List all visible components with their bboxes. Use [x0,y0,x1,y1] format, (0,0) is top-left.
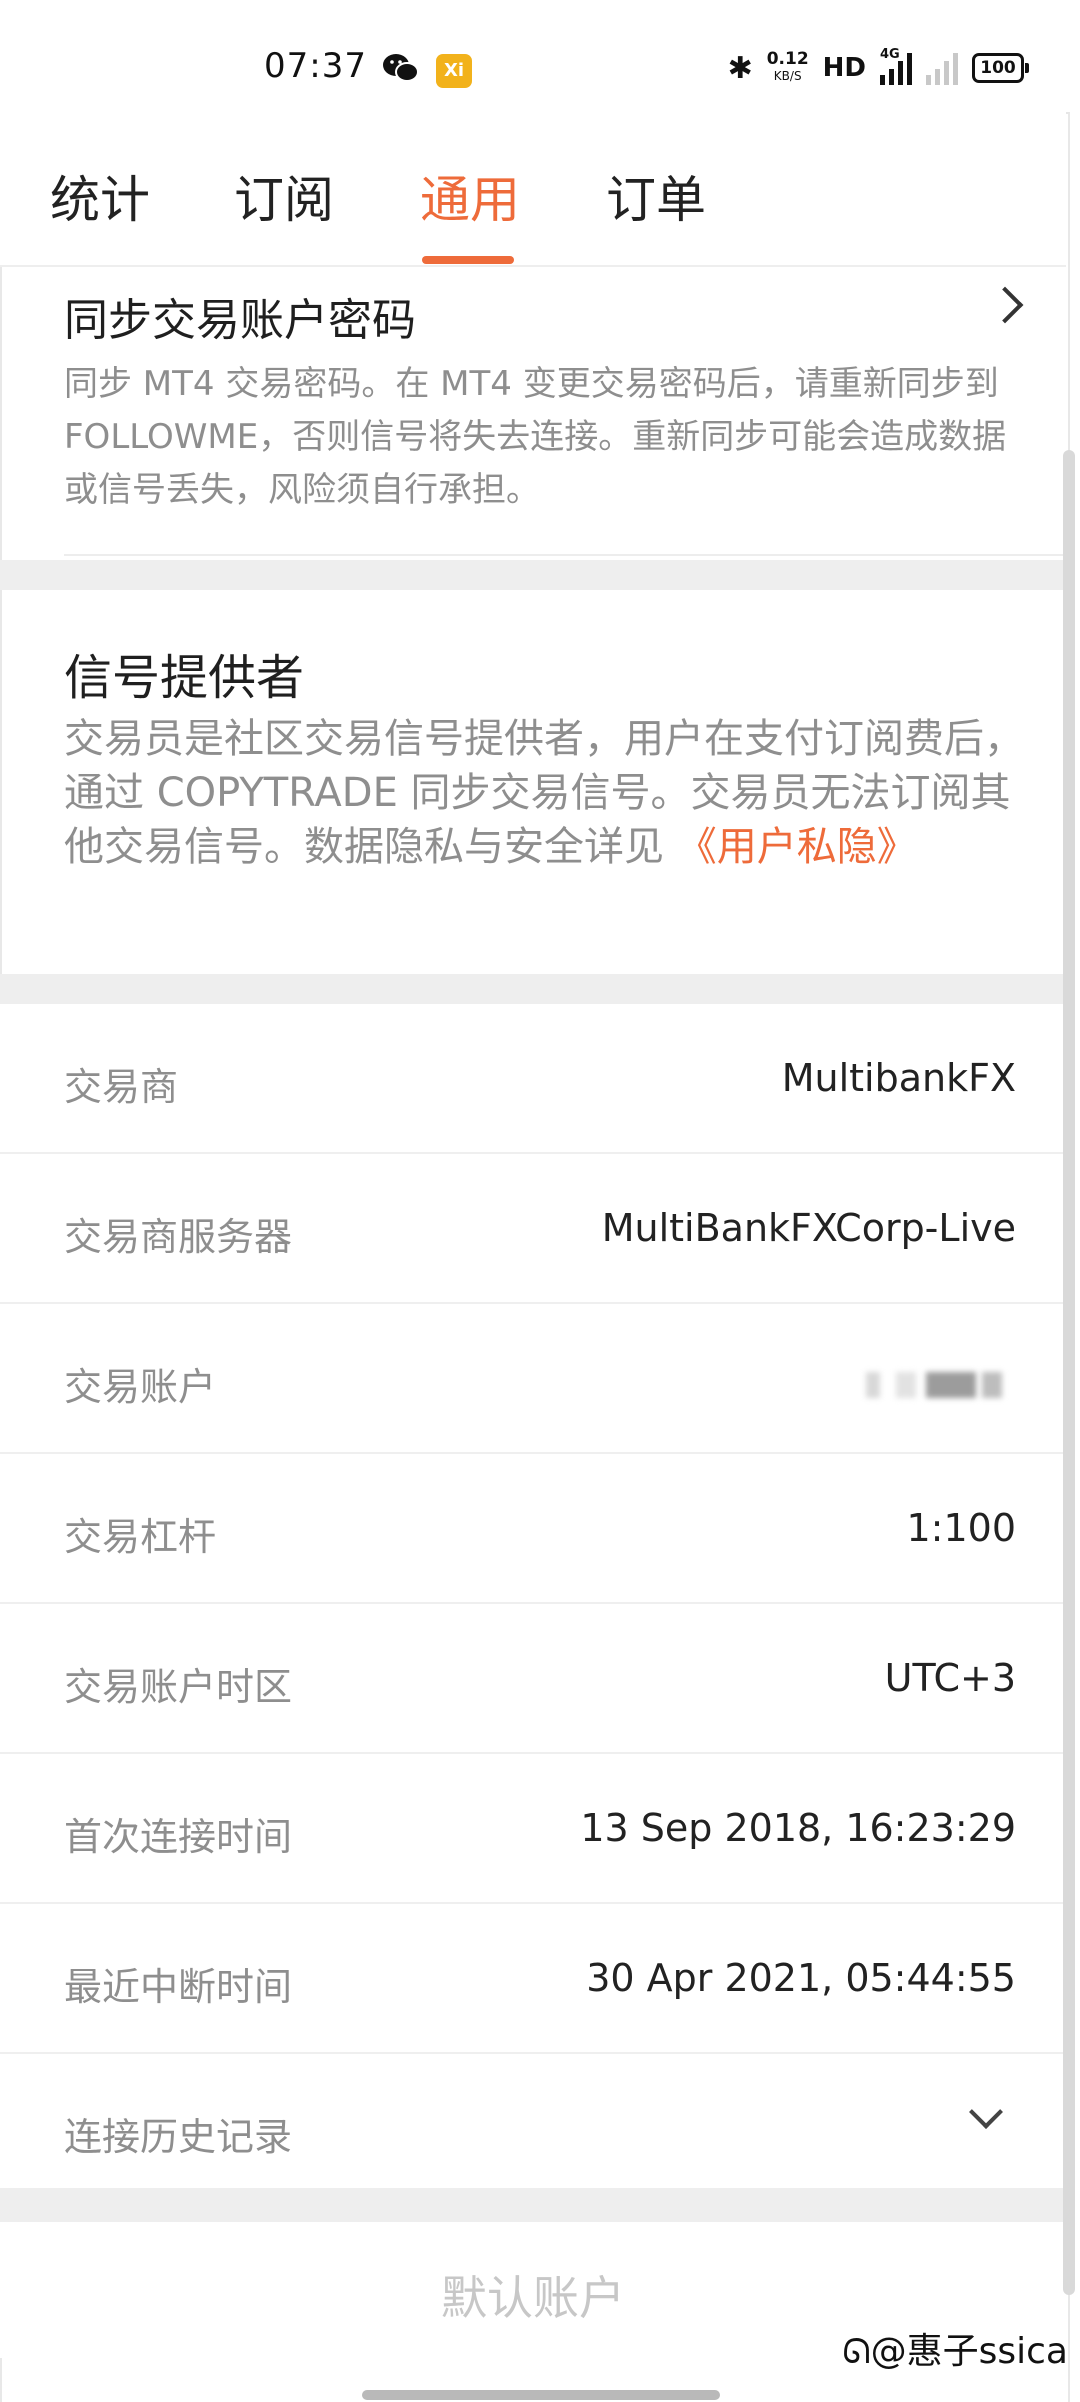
bluetooth-icon: ✱ [727,50,753,86]
first-connect-value: 13 Sep 2018, 16:23:29 [580,1806,1016,1850]
sync-password-description: 同步 MT4 交易密码。在 MT4 变更交易密码后，请重新同步到 FOLLOWM… [64,364,1007,510]
section-gap [0,2188,1066,2222]
tab-subscription[interactable]: 订阅 [234,160,334,232]
account-number-redacted [866,1362,1016,1398]
app-notification-icon: Xi [436,54,472,88]
connection-history-row[interactable]: 连接历史记录 [0,2054,1066,2202]
broker-row: 交易商 MultibankFX [0,1004,1066,1154]
connection-history-label[interactable]: 连接历史记录 [64,2106,292,2161]
broker-label: 交易商 [64,1065,179,1109]
home-indicator[interactable] [362,2390,720,2400]
sync-password-title[interactable]: 同步交易账户密码 [64,284,416,348]
wechat-icon [383,54,419,82]
speed-value: 0.12 [766,49,809,69]
last-disconnect-label: 最近中断时间 [64,1965,293,2009]
chevron-down-icon[interactable] [969,2095,1003,2129]
divider [64,554,1064,556]
status-bar: 07:37 Xi ✱ 0.12 KB/S HD 4G 100 [0,0,1080,112]
trading-account-label: 交易账户 [64,1365,217,1409]
leverage-label: 交易杠杆 [64,1515,217,1559]
watermark: ᘏ@惠子ssica [842,2322,1068,2374]
signal-provider-title: 信号提供者 [64,650,305,706]
network-speed: 0.12 KB/S [767,51,809,85]
weibo-icon: ᘏ [842,2332,871,2372]
signal-provider-description: 交易员是社区交易信号提供者，用户在支付订阅费后，通过 COPYTRADE 同步交… [64,712,1024,874]
broker-server-label: 交易商服务器 [64,1215,293,1259]
section-gap [0,560,1066,590]
status-indicators: ✱ 0.12 KB/S HD 4G 100 [727,47,1029,88]
status-time: 07:37 [264,46,367,86]
broker-server-value: MultiBankFXCorp-Live [601,1206,1016,1250]
tab-bar: 统计 订阅 通用 订单 [0,112,1066,267]
tab-statistics[interactable]: 统计 [50,160,150,232]
tab-orders[interactable]: 订单 [606,160,706,232]
default-account-label[interactable]: 默认账户 [0,2262,1066,2328]
first-connect-label: 首次连接时间 [64,1815,293,1859]
tab-general[interactable]: 通用 [420,160,520,232]
leverage-row: 交易杠杆 1:100 [0,1454,1066,1604]
user-privacy-link[interactable]: 《用户私隐》 [677,824,917,870]
scrollbar[interactable] [1063,450,1075,2295]
timezone-row: 交易账户时区 UTC+3 [0,1604,1066,1754]
first-connect-row: 首次连接时间 13 Sep 2018, 16:23:29 [0,1754,1066,1904]
battery-icon: 100 [972,53,1029,83]
trading-account-row: 交易账户 [0,1304,1066,1454]
signal-strength-icon: 4G [880,47,912,85]
signal-strength-sim2-icon [926,51,958,85]
last-disconnect-row: 最近中断时间 30 Apr 2021, 05:44:55 [0,1904,1066,2054]
watermark-text: @惠子ssica [870,2331,1068,2372]
leverage-value: 1:100 [906,1506,1016,1550]
timezone-value: UTC+3 [884,1656,1016,1700]
speed-unit: KB/S [773,69,802,83]
timezone-label: 交易账户时区 [64,1665,293,1709]
hd-indicator: HD [822,53,866,83]
active-tab-indicator [422,256,514,264]
section-gap [0,974,1066,1004]
broker-server-row: 交易商服务器 MultiBankFXCorp-Live [0,1154,1066,1304]
last-disconnect-value: 30 Apr 2021, 05:44:55 [586,1956,1016,2000]
network-type: 4G [880,47,900,62]
broker-value: MultibankFX [781,1056,1016,1100]
